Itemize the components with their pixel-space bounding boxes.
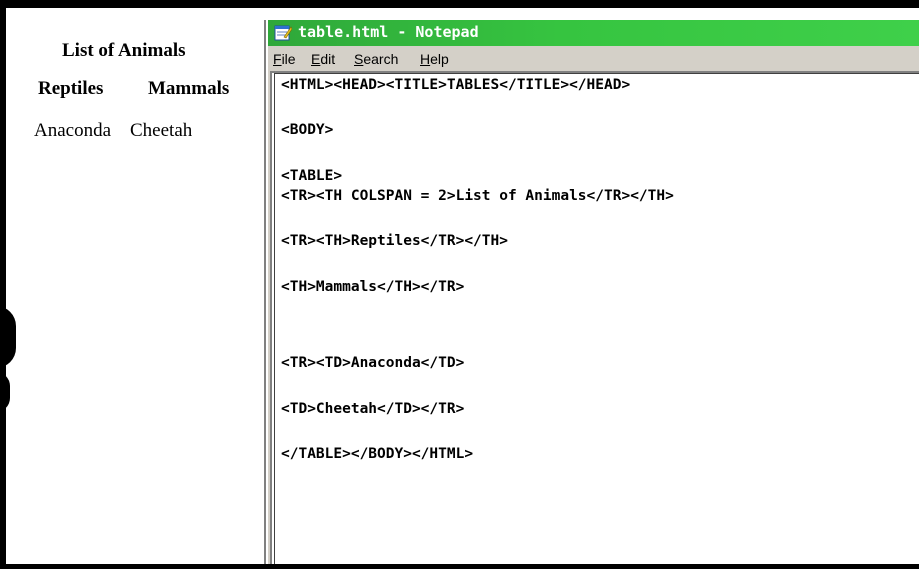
code-line: <TABLE> xyxy=(281,168,343,184)
table-heading: List of Animals xyxy=(62,40,186,61)
menu-edit[interactable]: Edit xyxy=(311,51,335,67)
window-title: table.html - Notepad xyxy=(298,23,479,41)
code-line: </TABLE></BODY></HTML> xyxy=(281,446,474,462)
table-cell-anaconda: Anaconda xyxy=(34,120,112,141)
code-line: <TR><TD>Anaconda</TD> xyxy=(281,355,465,371)
menu-search[interactable]: Search xyxy=(354,51,398,67)
browser-rendered-page: List of Animals Reptiles Mammals Anacond… xyxy=(6,8,266,564)
notepad-window[interactable]: table.html - Notepad File Edit Search He… xyxy=(266,20,919,564)
code-line: <TD>Cheetah</TD></TR> xyxy=(281,401,465,417)
code-line: <BODY> xyxy=(281,122,334,138)
code-line: <TR><TH COLSPAN = 2>List of Animals</TR>… xyxy=(281,188,674,204)
text-editor-area[interactable]: <HTML><HEAD><TITLE>TABLES</TITLE></HEAD>… xyxy=(270,71,919,564)
menu-bar: File Edit Search Help xyxy=(268,46,919,70)
code-line: <TR><TH>Reptiles</TR></TH> xyxy=(281,233,508,249)
menu-help[interactable]: Help xyxy=(420,51,449,67)
code-line: <TH>Mammals</TH></TR> xyxy=(281,279,465,295)
notepad-titlebar[interactable]: table.html - Notepad xyxy=(268,20,919,46)
column-header-reptiles: Reptiles xyxy=(38,78,104,99)
column-header-mammals: Mammals xyxy=(148,78,230,99)
menu-file[interactable]: File xyxy=(273,51,296,67)
code-line: <HTML><HEAD><TITLE>TABLES</TITLE></HEAD> xyxy=(281,77,631,93)
table-cell-cheetah: Cheetah xyxy=(130,120,193,141)
text-editor-content[interactable]: <HTML><HEAD><TITLE>TABLES</TITLE></HEAD>… xyxy=(274,73,919,564)
notepad-icon[interactable] xyxy=(274,24,292,41)
